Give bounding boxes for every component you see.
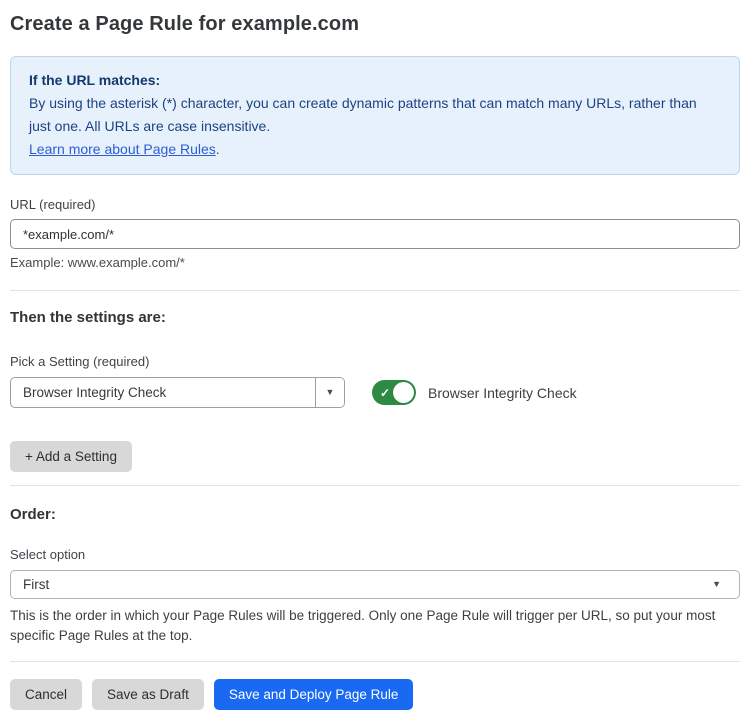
url-field-label: URL (required) [10,197,740,212]
caret-down-icon: ▼ [326,388,335,397]
url-input[interactable] [10,219,740,249]
check-icon: ✓ [380,386,390,398]
browser-integrity-toggle[interactable]: ✓ [372,380,416,405]
url-matches-info-box: If the URL matches: By using the asteris… [10,56,740,175]
page-title: Create a Page Rule for example.com [10,12,740,36]
order-select[interactable]: First ▼ [10,570,740,599]
pick-setting-label: Pick a Setting (required) [10,354,740,369]
divider [10,290,740,291]
info-box-body: By using the asterisk (*) character, you… [29,92,721,138]
toggle-knob [393,382,414,403]
add-setting-button[interactable]: + Add a Setting [10,441,132,472]
order-helper-text: This is the order in which your Page Rul… [10,606,730,646]
divider [10,661,740,662]
caret-down-icon: ▼ [712,580,721,589]
setting-dropdown[interactable]: Browser Integrity Check ▼ [10,377,345,408]
order-section-heading: Order: [10,506,740,523]
toggle-label: Browser Integrity Check [428,385,577,401]
footer-button-row: Cancel Save as Draft Save and Deploy Pag… [10,679,740,710]
info-box-link-line: Learn more about Page Rules. [29,138,721,161]
toggle-group: ✓ Browser Integrity Check [372,380,577,405]
select-option-label: Select option [10,547,740,562]
info-box-heading: If the URL matches: [29,69,721,92]
setting-dropdown-arrow-button[interactable]: ▼ [315,378,344,407]
setting-dropdown-value: Browser Integrity Check [11,378,315,407]
learn-more-link[interactable]: Learn more about Page Rules [29,141,216,157]
link-suffix: . [216,141,220,157]
save-and-deploy-button[interactable]: Save and Deploy Page Rule [214,679,414,710]
setting-row: Browser Integrity Check ▼ ✓ Browser Inte… [10,377,740,408]
order-select-value: First [23,577,49,592]
url-example-helper: Example: www.example.com/* [10,255,740,270]
divider [10,485,740,486]
page-rule-form: Create a Page Rule for example.com If th… [0,0,750,710]
save-as-draft-button[interactable]: Save as Draft [92,679,204,710]
cancel-button[interactable]: Cancel [10,679,82,710]
settings-section-heading: Then the settings are: [10,309,740,326]
